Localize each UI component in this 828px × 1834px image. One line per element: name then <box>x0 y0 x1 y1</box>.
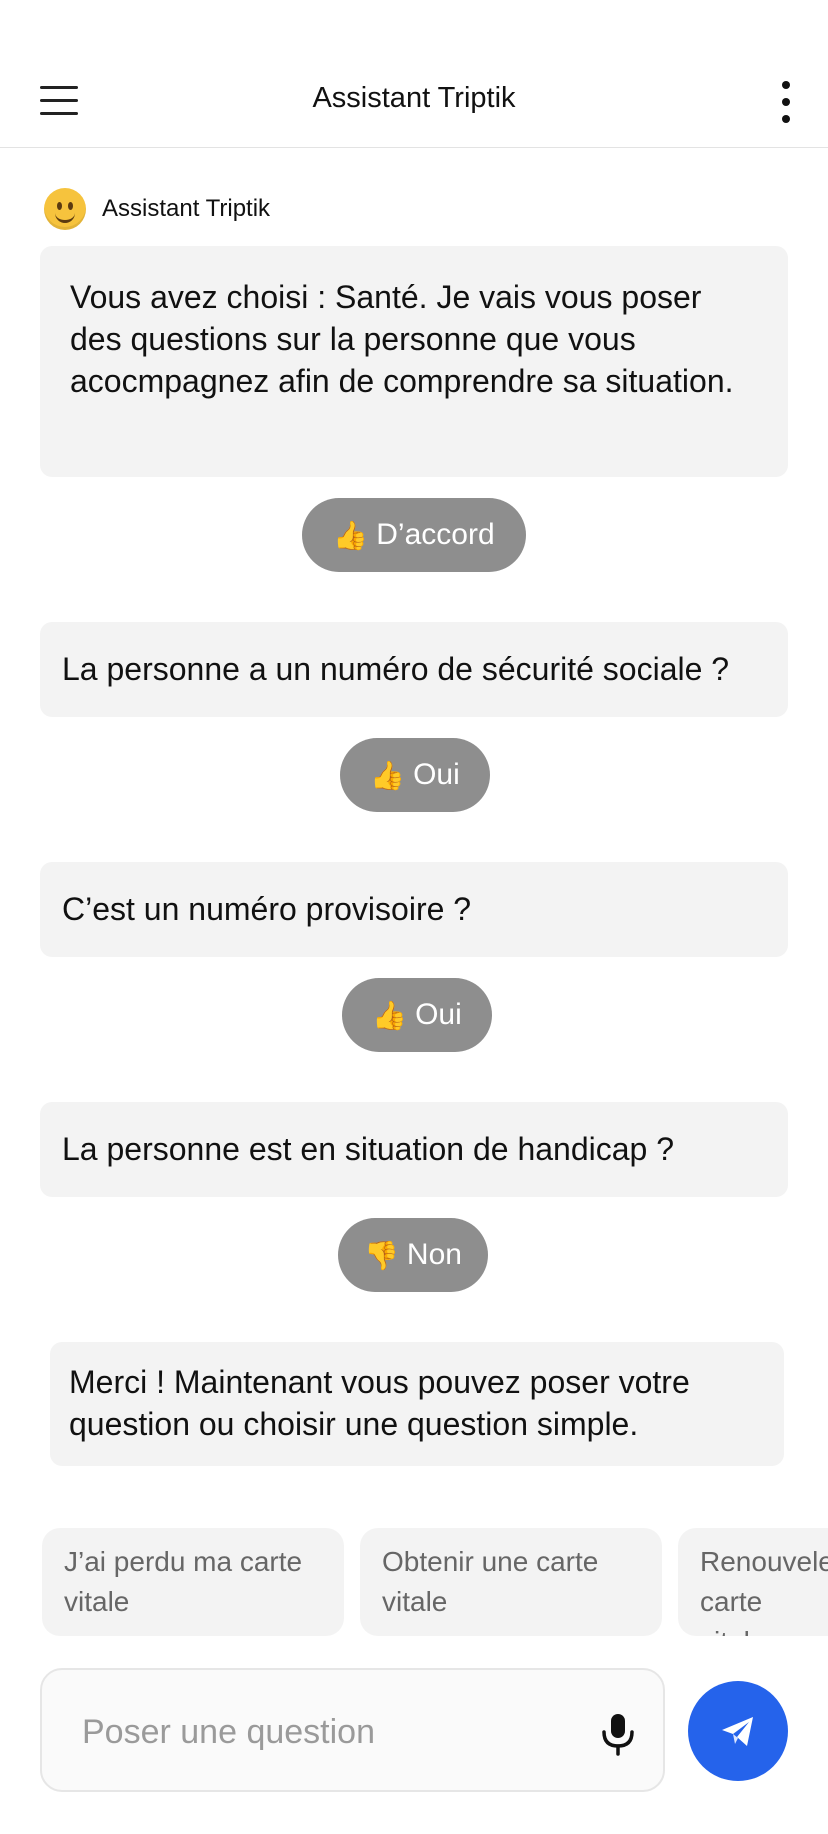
bot-name: Assistant Triptik <box>102 195 271 222</box>
bot-message: La personne a un numéro de sécurité soci… <box>40 622 788 717</box>
reply-label: Oui <box>413 758 460 791</box>
microphone-icon[interactable] <box>598 1712 638 1756</box>
thumbs-up-icon: 👍 <box>372 999 408 1031</box>
bot-message: La personne est en situation de handicap… <box>40 1102 788 1197</box>
suggestion-chip[interactable]: Renouveler carte vitale <box>678 1528 828 1636</box>
thumbs-down-icon: 👎 <box>364 1239 399 1271</box>
app-header: Assistant Triptik <box>0 0 828 148</box>
more-vertical-icon[interactable] <box>773 80 799 124</box>
reply-label: D’accord <box>376 518 495 551</box>
bot-message: Merci ! Maintenant vous pouvez poser vot… <box>50 1342 784 1466</box>
bot-message: C’est un numéro provisoire ? <box>40 862 788 957</box>
bot-identity: Assistant Triptik <box>44 187 270 231</box>
reply-label: Non <box>406 1238 462 1271</box>
bot-message: Vous avez choisi : Santé. Je vais vous p… <box>40 246 788 477</box>
reply-button-non[interactable]: 👎 Non <box>338 1218 488 1292</box>
thumbs-up-icon: 👍 <box>333 519 369 551</box>
smiley-avatar-icon <box>44 188 86 230</box>
send-plane-icon <box>722 1717 753 1746</box>
reply-label: Oui <box>415 998 462 1031</box>
suggestion-chip[interactable]: J’ai perdu ma carte vitale <box>42 1528 344 1636</box>
question-composer <box>40 1668 665 1792</box>
header-title: Assistant Triptik <box>312 82 516 114</box>
reply-button-oui[interactable]: 👍 Oui <box>340 738 490 812</box>
thumbs-up-icon: 👍 <box>370 759 406 791</box>
suggestion-chip[interactable]: Obtenir une carte vitale <box>360 1528 662 1636</box>
reply-button-daccord[interactable]: 👍 D’accord <box>302 498 526 572</box>
question-input[interactable] <box>80 1706 564 1758</box>
send-button[interactable] <box>688 1681 788 1781</box>
reply-button-oui[interactable]: 👍 Oui <box>342 978 492 1052</box>
